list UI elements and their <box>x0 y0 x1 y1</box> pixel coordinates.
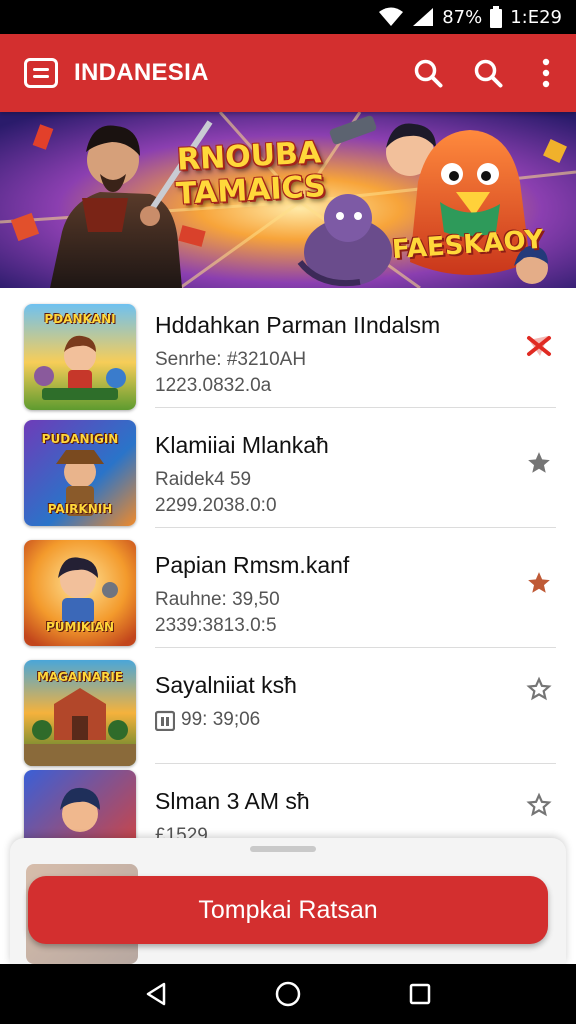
star-icon[interactable] <box>526 450 552 476</box>
game-list: PDANKANI Hddahkan Parman IIndalsm Senrhe… <box>0 288 576 884</box>
app-logo-icon[interactable] <box>24 58 58 88</box>
star-outline-icon[interactable] <box>526 792 552 818</box>
system-nav-bar <box>0 964 576 1024</box>
item-subtitle: Rauhne: 39,50 <box>155 589 280 610</box>
item-text: Hddahkan Parman IIndalsm Senrhe: #3210AH… <box>155 312 516 397</box>
item-title: Sayalniiat ksħ <box>155 672 297 698</box>
thumbnail-label: PUMIKIAN <box>45 620 115 634</box>
item-text: Papian Rmsm.kanf Rauhne: 39,50 2339:3813… <box>155 552 516 637</box>
remove-favorite-icon[interactable] <box>526 332 552 358</box>
thumbnail-label-2: PAIRKNIH <box>47 502 113 516</box>
list-item[interactable]: PUDANIGIN PAIRKNIH Klamiiai Mlankaħ Raid… <box>0 408 576 528</box>
home-icon <box>275 981 301 1007</box>
app-title: INDANESIA <box>74 59 209 86</box>
item-thumbnail: MAGAINARIE <box>24 660 136 766</box>
search-icon <box>474 59 503 88</box>
search-icon <box>414 59 443 88</box>
item-title: Klamiiai Mlankaħ <box>155 432 329 458</box>
recents-icon <box>409 983 431 1005</box>
list-item[interactable]: PDANKANI Hddahkan Parman IIndalsm Senrhe… <box>0 288 576 410</box>
item-thumbnail: PDANKANI <box>24 304 136 410</box>
item-thumbnail: PUDANIGIN PAIRKNIH <box>24 420 136 526</box>
star-icon[interactable] <box>526 570 552 596</box>
thumbnail-label: PDANKANI <box>44 312 116 326</box>
back-icon <box>146 982 166 1006</box>
home-button[interactable] <box>268 974 308 1014</box>
app-actions <box>398 43 576 103</box>
store-icon <box>155 710 175 731</box>
item-date: 1223.0832.0a <box>155 375 272 396</box>
item-subtitle-row: 99: 39;06 <box>155 709 516 731</box>
signal-icon <box>413 8 434 26</box>
wifi-icon <box>379 7 404 26</box>
list-item[interactable]: MAGAINARIE Sayalniiat ksħ 99: 39;06 <box>0 648 576 766</box>
item-title: Hddahkan Parman IIndalsm <box>155 312 441 338</box>
item-subtitle: 99: 39;06 <box>181 709 261 730</box>
thumbnail-label: PUDANIGIN <box>41 432 119 446</box>
app-bar: INDANESIA <box>0 34 576 112</box>
battery-icon <box>490 6 503 28</box>
item-subtitle: Senrhe: #3210AH <box>155 349 307 370</box>
primary-action-button[interactable]: Tompkai Ratsan <box>28 876 548 944</box>
search-button[interactable] <box>398 43 458 103</box>
thumbnail-label: MAGAINARIE <box>36 670 124 684</box>
battery-percent: 87% <box>442 6 483 28</box>
drag-handle[interactable] <box>250 846 316 852</box>
list-item[interactable]: PUMIKIAN Papian Rmsm.kanf Rauhne: 39,50 … <box>0 528 576 648</box>
item-date: 2339:3813.0:5 <box>155 615 277 636</box>
item-title: Papian Rmsm.kanf <box>155 552 350 578</box>
back-button[interactable] <box>136 974 176 1014</box>
recents-button[interactable] <box>400 974 440 1014</box>
search-button-2[interactable] <box>458 43 518 103</box>
item-text: Sayalniiat ksħ 99: 39;06 <box>155 672 516 731</box>
promo-banner[interactable]: RNOUBA TAMAICS FAESKAOY <box>0 112 576 288</box>
star-outline-icon[interactable] <box>526 676 552 702</box>
more-vert-icon <box>542 58 550 88</box>
item-thumbnail: PUMIKIAN <box>24 540 136 646</box>
more-options-button[interactable] <box>518 43 574 103</box>
item-subtitle: Raidek4 59 <box>155 469 252 490</box>
item-text: Klamiiai Mlankaħ Raidek4 59 2299.2038.0:… <box>155 432 516 517</box>
status-bar: 87% 1:E29 <box>0 0 576 34</box>
banner-title: RNOUBA TAMAICS <box>175 135 327 212</box>
clock: 1:E29 <box>510 6 562 28</box>
item-title: Slman 3 AM sħ <box>155 788 310 814</box>
item-date: 2299.2038.0:0 <box>155 495 277 516</box>
